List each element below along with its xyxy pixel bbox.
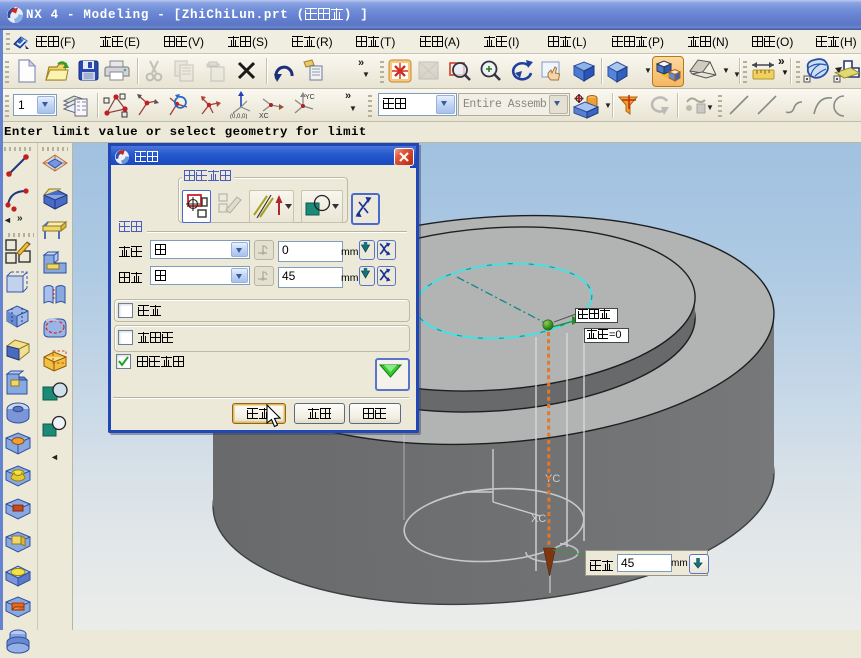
svg-text:YC: YC xyxy=(545,473,560,485)
svg-text:(0,0,0): (0,0,0) xyxy=(230,114,247,119)
svg-text:XC: XC xyxy=(531,513,546,525)
svg-text:XC: XC xyxy=(259,113,269,119)
svg-text:YC: YC xyxy=(305,94,315,101)
